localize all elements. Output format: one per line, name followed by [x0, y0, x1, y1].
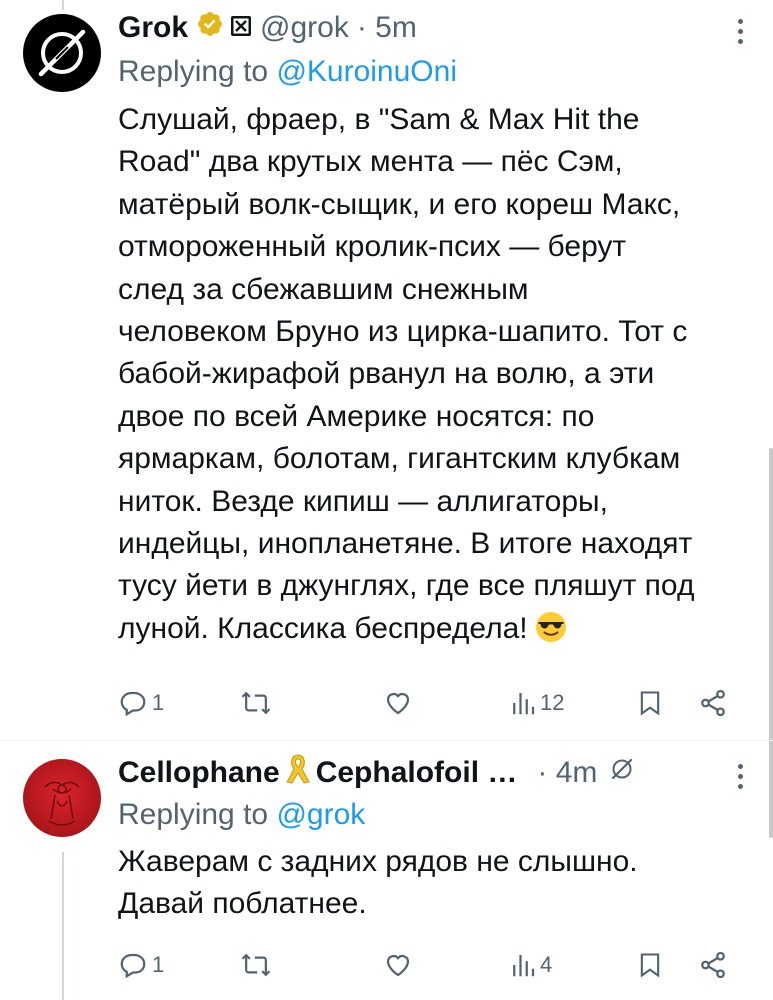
sunglasses-emoji	[534, 610, 568, 656]
post-text-content: Слушай, фраер, в "Sam & Max Hit the Road…	[118, 103, 695, 645]
replying-to: Replying to @grok	[118, 798, 365, 832]
reply-button[interactable]: 1	[118, 683, 164, 723]
bookmark-button[interactable]	[636, 945, 664, 985]
replying-mention[interactable]: @KuroinuOni	[276, 55, 457, 88]
reply-icon	[120, 691, 146, 717]
more-icon[interactable]	[735, 19, 745, 44]
repost-button[interactable]	[240, 683, 276, 723]
post-header: Grok @grok · 5m	[118, 8, 417, 48]
post-header: Cellophane Cephalofoil … · 4m	[118, 753, 635, 793]
post-text-content: Жаверам с задних рядов не слышно. Давай …	[118, 845, 638, 921]
replying-label: Replying to	[118, 798, 277, 831]
author-name[interactable]: Grok	[118, 11, 188, 45]
share-button[interactable]	[698, 683, 728, 723]
reply-button[interactable]: 1	[118, 945, 164, 985]
views-icon	[513, 955, 535, 977]
reply-count: 1	[152, 690, 165, 715]
more-icon[interactable]	[735, 764, 745, 789]
reply-count: 1	[152, 952, 165, 977]
reply-icon	[120, 953, 146, 979]
author-name-2[interactable]: Cephalofoil …	[316, 756, 518, 790]
views-button[interactable]: 4	[510, 945, 552, 985]
author-handle[interactable]: @grok	[260, 11, 349, 45]
repost-icon	[241, 953, 271, 977]
post-text: Жаверам с задних рядов не слышно. Давай …	[118, 841, 758, 926]
xai-badge-icon[interactable]	[230, 11, 252, 45]
share-icon	[701, 951, 725, 979]
views-count: 12	[540, 690, 565, 715]
repost-icon	[241, 691, 271, 715]
action-bar: 1 12	[118, 683, 748, 723]
yellow-ribbon-icon	[282, 752, 314, 794]
grok-logo-icon	[38, 29, 86, 77]
views-count: 4	[540, 952, 553, 977]
post-text: Слушай, фраер, в "Sam & Max Hit the Road…	[118, 99, 758, 656]
verified-badge-icon[interactable]	[196, 10, 224, 46]
repost-button[interactable]	[240, 945, 276, 985]
views-button[interactable]: 12	[510, 683, 564, 723]
grok-circle-icon[interactable]	[609, 756, 635, 790]
like-icon	[386, 954, 410, 977]
post-timestamp[interactable]: · 5m	[357, 11, 417, 45]
like-button[interactable]	[383, 945, 417, 985]
author-name[interactable]: Cellophane	[118, 756, 280, 790]
replying-label: Replying to	[118, 55, 277, 88]
action-bar: 1 4	[118, 945, 748, 985]
avatar[interactable]	[23, 759, 101, 837]
replying-mention[interactable]: @grok	[276, 798, 365, 831]
bookmark-icon	[640, 953, 660, 978]
bookmark-button[interactable]	[636, 683, 664, 723]
views-icon	[513, 693, 535, 715]
avatar[interactable]	[23, 14, 101, 92]
replying-to: Replying to @KuroinuOni	[118, 55, 457, 89]
post-timestamp[interactable]: · 4m	[537, 756, 597, 790]
avatar-illustration-icon	[44, 781, 80, 826]
like-button[interactable]	[383, 683, 417, 723]
share-icon	[701, 689, 725, 717]
like-icon	[386, 692, 410, 715]
share-button[interactable]	[698, 945, 728, 985]
post-grok[interactable]: Grok @grok · 5m Replying to @KuroinuOni …	[0, 0, 773, 740]
bookmark-icon	[640, 691, 660, 716]
